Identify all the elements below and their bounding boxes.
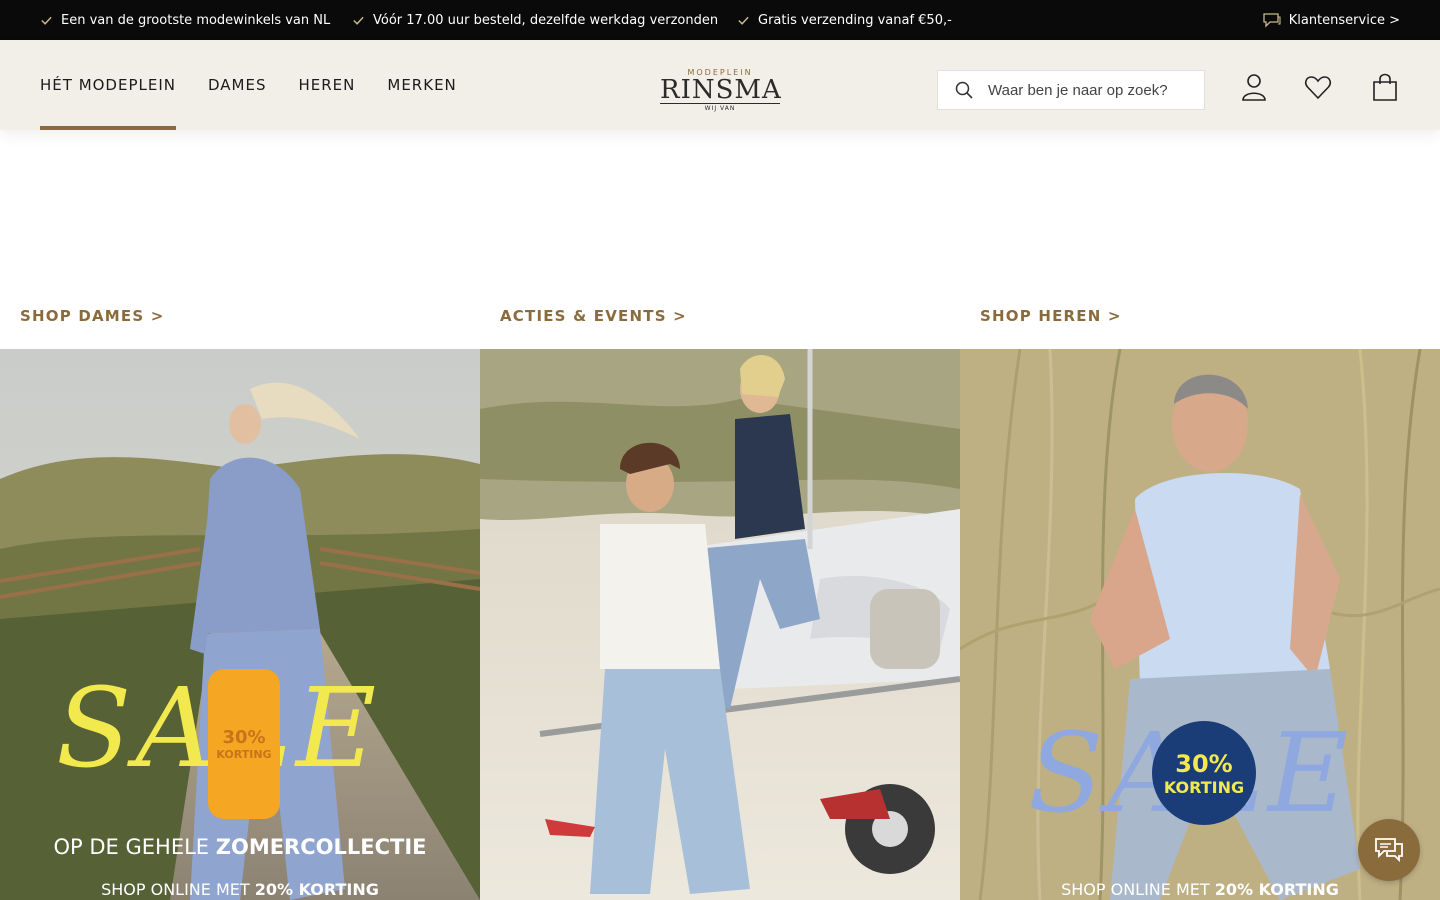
tile-subline: SHOP ONLINE MET 20% KORTING: [960, 880, 1440, 899]
search-icon: [955, 81, 973, 99]
customer-service-label: Klantenservice >: [1288, 12, 1400, 28]
headline-bold: ZOMERCOLLECTIE: [215, 835, 427, 859]
discount-badge: 30% KORTING: [208, 669, 280, 819]
site-logo[interactable]: MODEPLEIN RINSMA WIJ VAN: [660, 68, 782, 112]
tile-headline: OP DE GEHELE ZOMERCOLLECTIE: [0, 835, 480, 859]
main-nav: HÉT MODEPLEIN DAMES HEREN MERKEN: [40, 40, 457, 130]
shopping-bag-icon[interactable]: [1371, 72, 1399, 102]
badge-label: KORTING: [1163, 777, 1245, 797]
usp-text: Gratis verzending vanaf €50,-: [758, 12, 952, 28]
customer-service-link[interactable]: Klantenservice >: [1263, 0, 1400, 40]
tile-acties-events[interactable]: [480, 349, 960, 900]
logo-bottom-text: WIJ VAN: [704, 105, 736, 112]
tile-dames-sale[interactable]: SALE 30% KORTING OP DE GEHELE ZOMERCOLLE…: [0, 349, 480, 900]
acties-events-link[interactable]: ACTIES & EVENTS >: [500, 307, 687, 325]
headline-light: OP DE GEHELE: [53, 835, 216, 859]
badge-percent: 30%: [1175, 749, 1233, 778]
badge-label: KORTING: [216, 748, 272, 761]
subline-light: SHOP ONLINE MET: [101, 880, 255, 899]
nav-item-heren[interactable]: HEREN: [299, 40, 356, 130]
usp-item: Gratis verzending vanaf €50,-: [737, 0, 952, 40]
shop-dames-link[interactable]: SHOP DAMES >: [20, 307, 165, 325]
acties-photo: [480, 349, 960, 900]
nav-item-merken[interactable]: MERKEN: [387, 40, 456, 130]
logo-main-text: RINSMA: [660, 75, 782, 105]
search-box[interactable]: [937, 70, 1205, 110]
tile-heren-sale[interactable]: SALE 30% KORTING SHOP ONLINE MET 20% KOR…: [960, 349, 1440, 900]
subline-light: SHOP ONLINE MET: [1061, 880, 1215, 899]
subline-bold: 20% KORTING: [254, 880, 379, 899]
search-input[interactable]: [988, 81, 1188, 99]
chat-icon: [1375, 838, 1403, 863]
nav-item-modeplein[interactable]: HÉT MODEPLEIN: [40, 40, 176, 130]
wishlist-heart-icon[interactable]: [1304, 72, 1332, 102]
usp-item: Een van de grootste modewinkels van NL: [40, 0, 330, 40]
nav-item-dames[interactable]: DAMES: [208, 40, 267, 130]
main-header: HÉT MODEPLEIN DAMES HEREN MERKEN MODEPLE…: [0, 40, 1440, 130]
shop-heren-link[interactable]: SHOP HEREN >: [980, 307, 1122, 325]
check-icon: [353, 16, 364, 25]
usp-item: Vóór 17.00 uur besteld, dezelfde werkdag…: [352, 0, 718, 40]
badge-percent: 30%: [222, 727, 266, 748]
tile-subline: SHOP ONLINE MET 20% KORTING: [0, 880, 480, 899]
discount-badge: 30% KORTING: [1152, 721, 1256, 825]
check-icon: [41, 16, 52, 25]
check-icon: [738, 16, 749, 25]
usp-text: Vóór 17.00 uur besteld, dezelfde werkdag…: [373, 12, 719, 28]
subline-bold: 20% KORTING: [1214, 880, 1339, 899]
chat-button[interactable]: [1358, 819, 1420, 881]
account-icon[interactable]: [1240, 72, 1268, 102]
usp-text: Een van de grootste modewinkels van NL: [61, 12, 331, 28]
chat-bubble-icon: [1263, 13, 1281, 28]
usp-bar: Een van de grootste modewinkels van NL V…: [0, 0, 1440, 40]
